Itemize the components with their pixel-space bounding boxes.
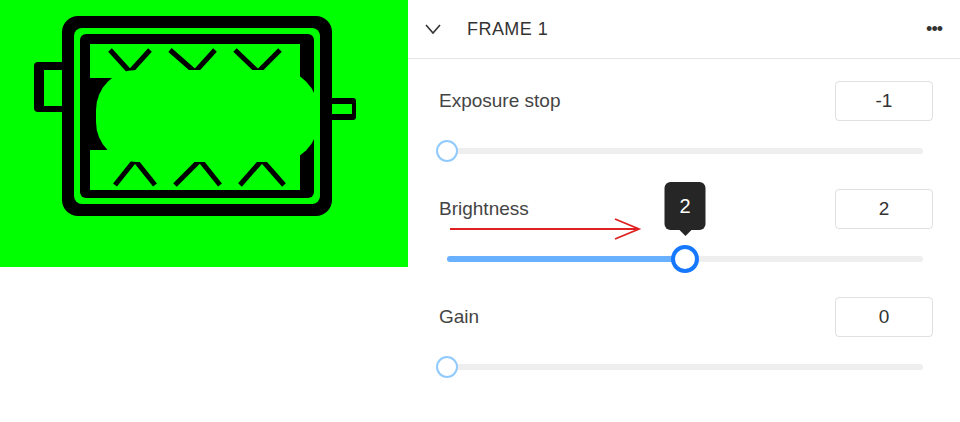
tooltip-arrow-icon bbox=[679, 230, 691, 236]
frame-preview bbox=[0, 0, 408, 267]
slider-group: Brightness 2 2 bbox=[439, 189, 933, 279]
slider-track bbox=[447, 364, 923, 370]
slider-label: Gain bbox=[439, 303, 479, 332]
slider[interactable]: 2 bbox=[447, 239, 923, 279]
panel-header: FRAME 1 ••• bbox=[408, 0, 960, 59]
slider-track bbox=[447, 148, 923, 154]
slider-header: Exposure stop -1 bbox=[439, 81, 933, 121]
preview-column bbox=[0, 0, 408, 422]
slider-tooltip: 2 bbox=[665, 182, 706, 236]
slider-header: Gain 0 bbox=[439, 297, 933, 337]
slider-label: Exposure stop bbox=[439, 87, 560, 116]
value-input[interactable]: 2 bbox=[835, 189, 933, 229]
tooltip-box: 2 bbox=[665, 182, 706, 230]
slider[interactable] bbox=[447, 347, 923, 387]
slider-track: 2 bbox=[447, 256, 923, 262]
settings-panel: FRAME 1 ••• Exposure stop -1 Brightness 2 2 G… bbox=[408, 0, 960, 422]
slider-thumb[interactable] bbox=[436, 140, 458, 162]
slider-group: Exposure stop -1 bbox=[439, 81, 933, 171]
value-input[interactable]: -1 bbox=[835, 81, 933, 121]
slider-group: Gain 0 bbox=[439, 297, 933, 387]
slider-thumb[interactable] bbox=[671, 245, 699, 273]
value-input[interactable]: 0 bbox=[835, 297, 933, 337]
slider-label: Brightness bbox=[439, 195, 529, 224]
panel-title: FRAME 1 bbox=[467, 16, 548, 43]
slider-fill bbox=[447, 256, 685, 262]
slider[interactable] bbox=[447, 131, 923, 171]
chevron-down-icon[interactable] bbox=[425, 21, 441, 37]
more-menu-icon[interactable]: ••• bbox=[926, 16, 942, 43]
slider-thumb[interactable] bbox=[436, 356, 458, 378]
slider-list: Exposure stop -1 Brightness 2 2 Gain 0 bbox=[408, 59, 960, 387]
frame-image-icon bbox=[0, 0, 408, 267]
red-arrow-icon bbox=[449, 217, 643, 241]
